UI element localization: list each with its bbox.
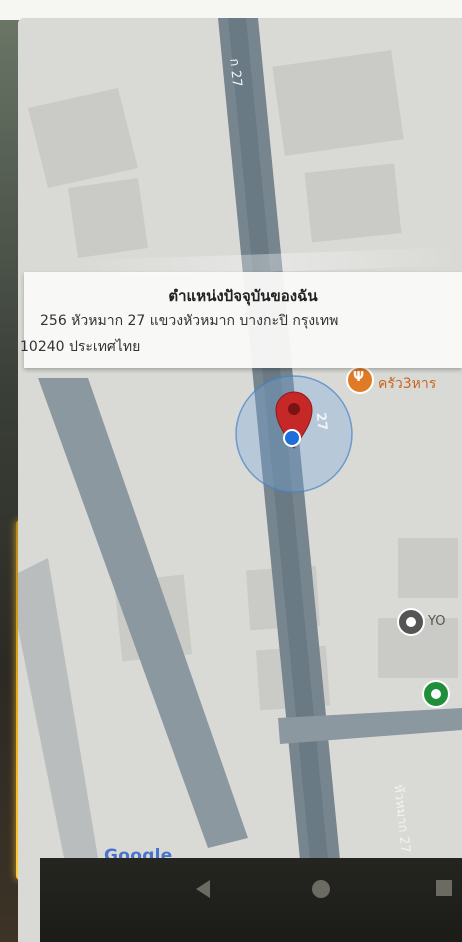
- back-icon[interactable]: [196, 880, 210, 898]
- road-label-top: ก 27: [226, 57, 245, 88]
- info-card-title: ตำแหน่งปัจจุบันของฉัน: [168, 287, 318, 305]
- fork-knife-icon[interactable]: Ψ: [353, 370, 364, 385]
- poi-label-yo[interactable]: YO: [428, 614, 445, 629]
- photo-of-phone: ก 27 27 หัวหมาก 27 ครัว3หาร YO Ψ Google …: [0, 0, 462, 942]
- info-card-address-line1: 256 หัวหมาก 27 แขวงหัวหมาก บางกะปิ กรุงเ…: [40, 313, 339, 329]
- restaurant-poi-label[interactable]: ครัว3หาร: [378, 373, 436, 395]
- road-label-marker: 27: [312, 411, 330, 432]
- location-info-card[interactable]: ตำแหน่งปัจจุบันของฉัน 256 หัวหมาก 27 แขว…: [20, 272, 462, 368]
- home-icon[interactable]: [312, 880, 330, 898]
- android-nav-bar: [40, 858, 462, 942]
- recent-apps-icon[interactable]: [436, 880, 452, 896]
- my-location-dot: [284, 430, 300, 446]
- info-card-address-line2: 10240 ประเทศไทย: [20, 339, 141, 355]
- map-screen[interactable]: ก 27 27 หัวหมาก 27 ครัว3หาร YO Ψ Google: [18, 18, 462, 942]
